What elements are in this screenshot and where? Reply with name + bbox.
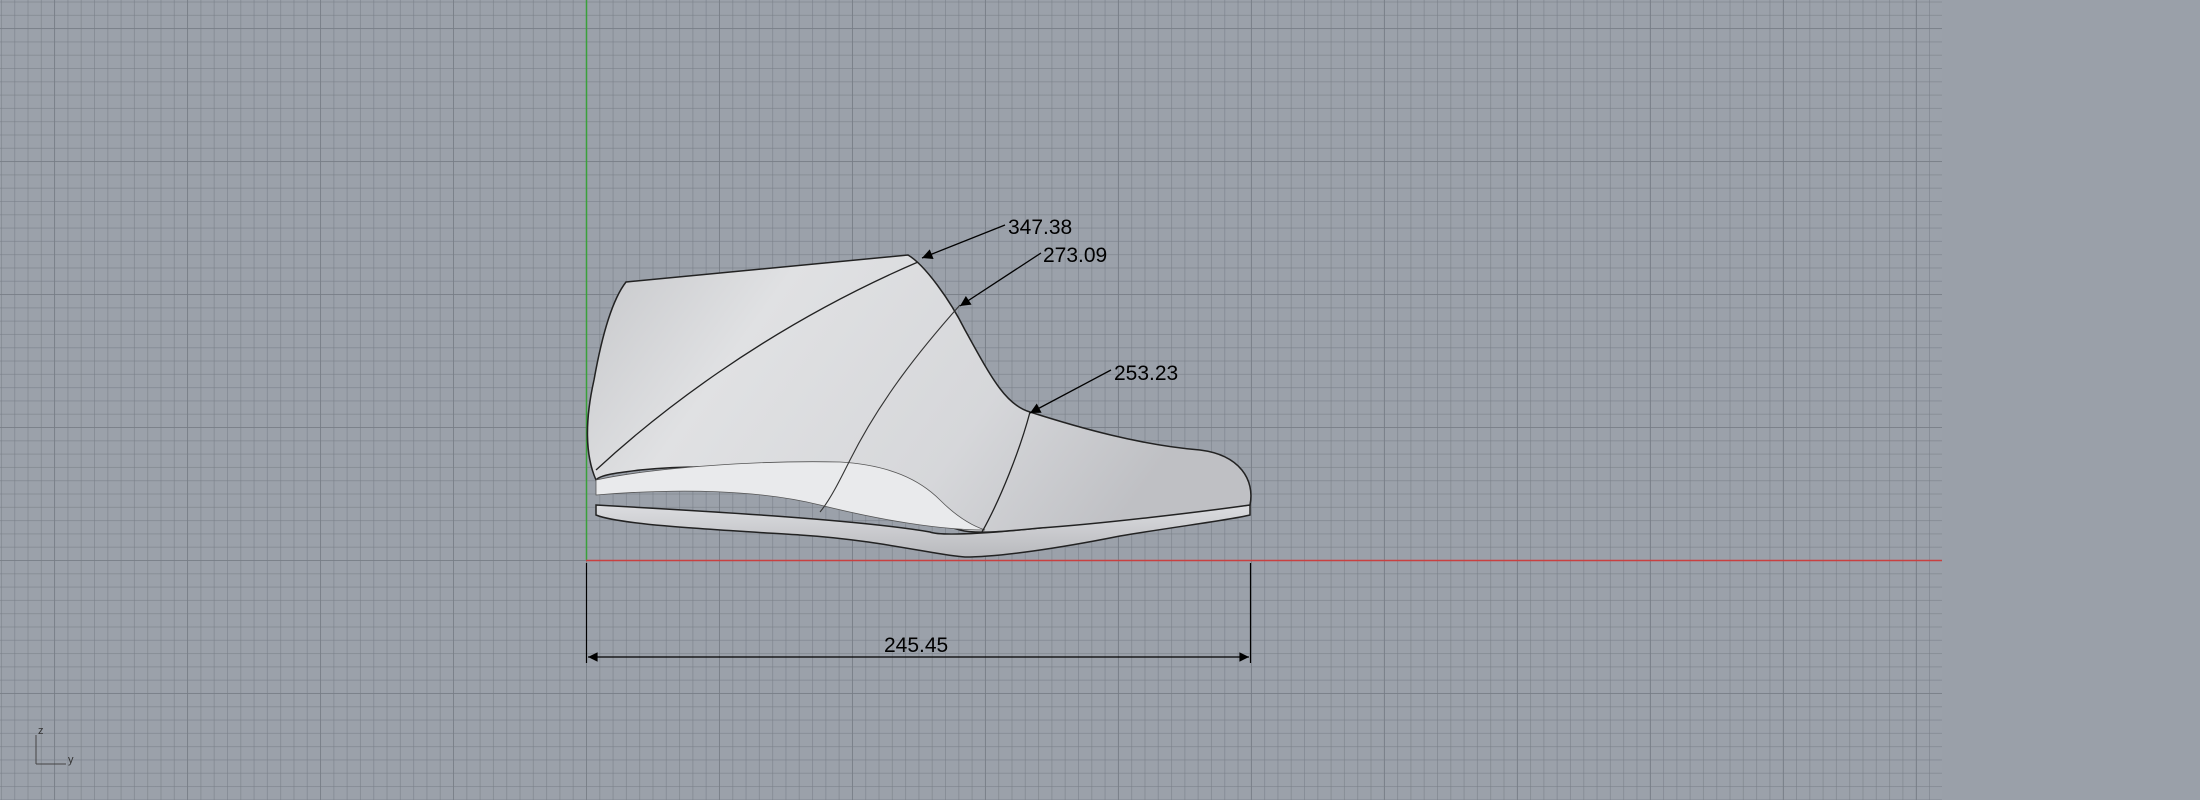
perspective-viewport[interactable]: 347.38 273.09 253.23 245.45 z y: [0, 0, 1942, 800]
shoe-last-model[interactable]: [586, 254, 1252, 558]
right-panel: [1942, 0, 2200, 800]
dimension-instep-label: 273.09: [1043, 244, 1107, 267]
dimension-length-label: 245.45: [884, 634, 948, 657]
dimension-toe-joint[interactable]: 253.23: [1029, 362, 1178, 414]
axis-indicator: z y: [35, 725, 74, 766]
axis-indicator-horizontal-label: y: [68, 754, 74, 766]
dimension-heel-top-label: 347.38: [1008, 216, 1072, 239]
dimension-toe-joint-label: 253.23: [1114, 362, 1178, 385]
dimension-instep[interactable]: 273.09: [959, 244, 1107, 307]
dimension-length[interactable]: 245.45: [585, 563, 1252, 663]
axis-indicator-vertical-label: z: [38, 725, 44, 737]
viewport-canvas[interactable]: 347.38 273.09 253.23 245.45 z y: [0, 0, 1942, 800]
